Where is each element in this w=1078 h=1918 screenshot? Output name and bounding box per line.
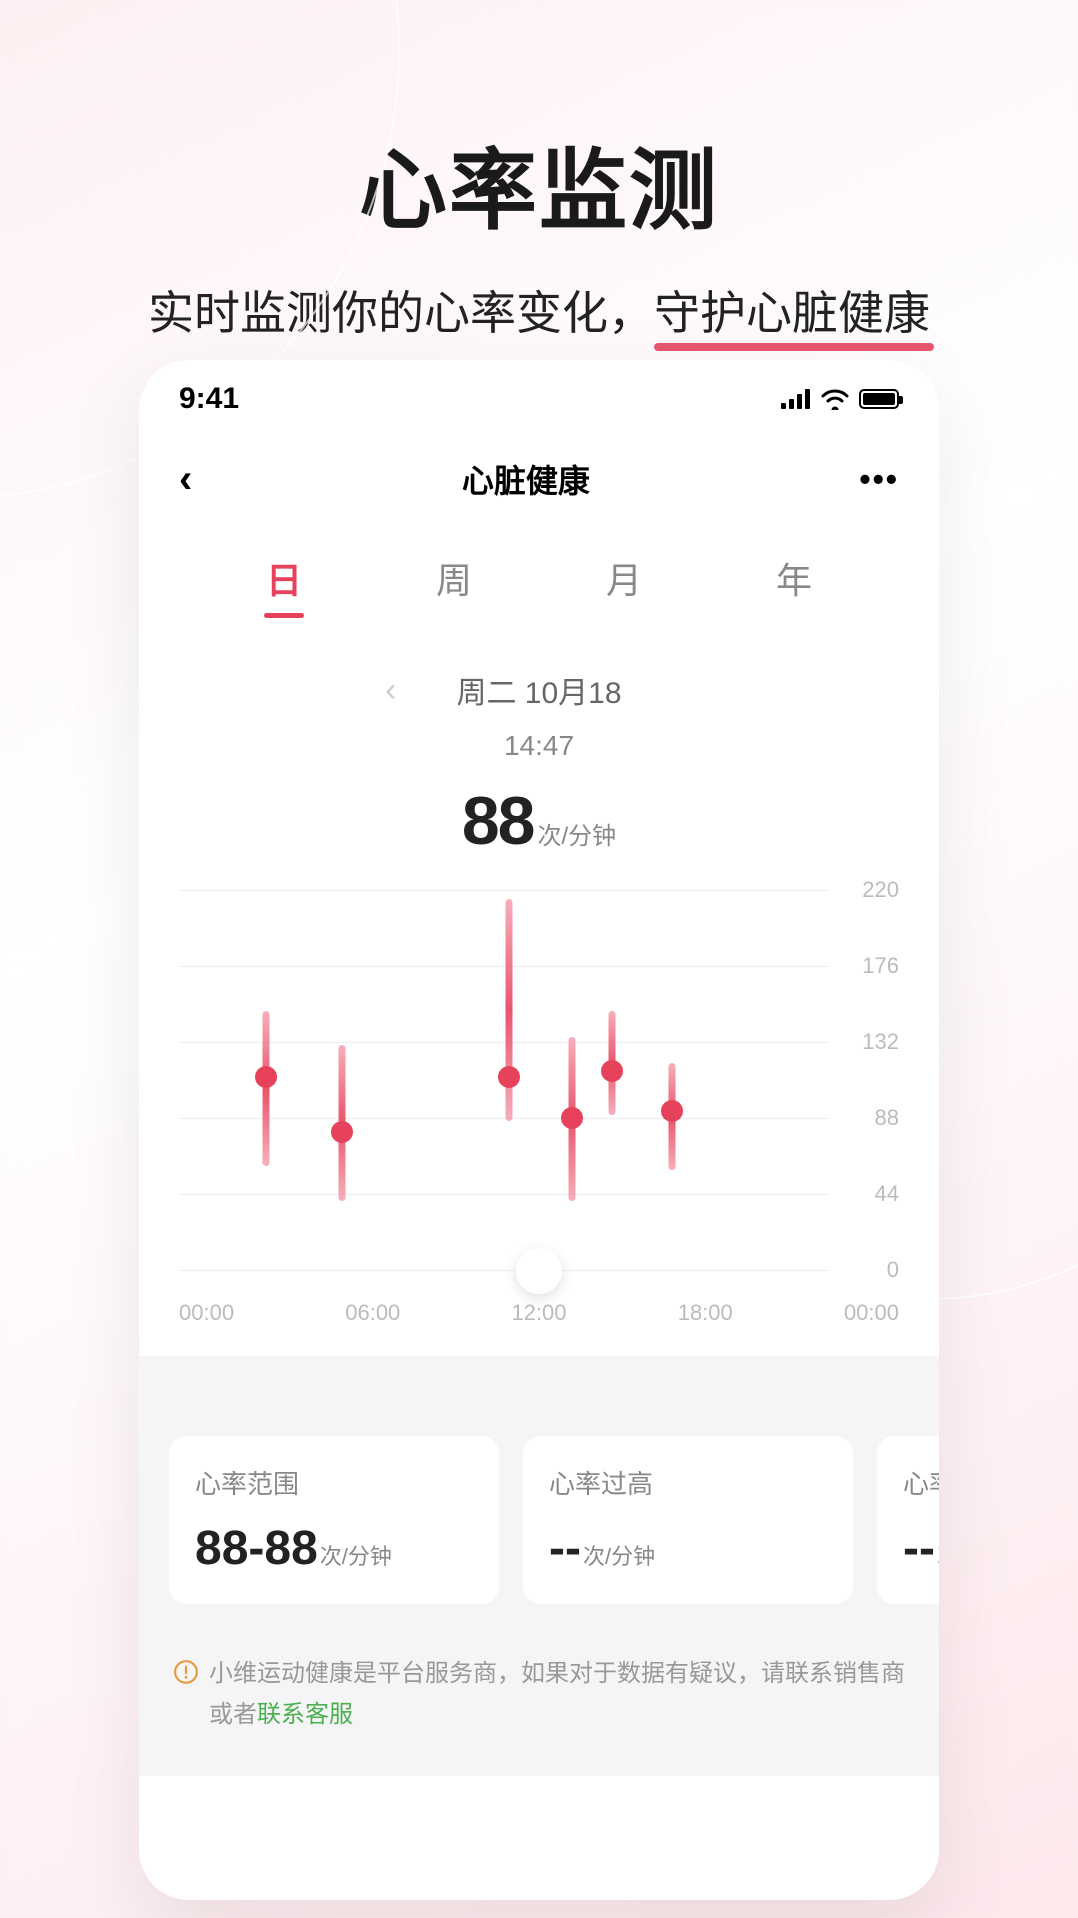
data-point [601, 1060, 623, 1082]
card-value: -- [549, 1522, 581, 1575]
status-time: 9:41 [179, 382, 239, 416]
data-point [498, 1066, 520, 1088]
grid-line [179, 1194, 829, 1195]
status-bar: 9:41 [139, 360, 939, 426]
back-button[interactable]: ‹ [179, 459, 192, 499]
contact-support-link[interactable]: 联系客服 [257, 1701, 353, 1728]
tab-year[interactable]: 年 [776, 552, 812, 618]
battery-icon [859, 389, 899, 409]
y-tick: 44 [875, 1181, 899, 1207]
summary-cards[interactable]: 心率范围 88-88次/分钟 心率过高 --次/分钟 心率过低 --次/分钟 [139, 1356, 939, 1634]
heart-rate-chart[interactable]: 04488132176220 [179, 890, 899, 1270]
card-high[interactable]: 心率过高 --次/分钟 [523, 1436, 853, 1604]
y-tick: 0 [887, 1257, 899, 1283]
wifi-icon [821, 388, 849, 410]
x-tick: 06:00 [345, 1300, 400, 1326]
card-low[interactable]: 心率过低 --次/分钟 [877, 1436, 939, 1604]
range-bar [262, 1011, 269, 1166]
hero-subtitle-highlight: 守护心脏健康 [654, 277, 930, 343]
disclaimer-text: 小维运动健康是平台服务商，如果对于数据有疑议，请联系销售商或者联系客服 [209, 1654, 905, 1736]
x-tick: 18:00 [678, 1300, 733, 1326]
phone-mockup: 9:41 ‹ 心脏健康 ••• 日 周 月 年 ‹ 周二 10月18 › 14:… [139, 360, 939, 1900]
tab-month[interactable]: 月 [606, 552, 642, 618]
grid-line [179, 1042, 829, 1043]
grid-line [179, 890, 829, 891]
grid-line [179, 1118, 829, 1119]
cellular-icon [781, 389, 811, 409]
card-value: -- [903, 1522, 935, 1575]
data-point [255, 1066, 277, 1088]
status-icons [781, 388, 899, 410]
period-tabs: 日 周 月 年 [139, 522, 939, 628]
time-label: 14:47 [139, 730, 939, 762]
x-tick: 00:00 [179, 1300, 234, 1326]
range-bar [506, 899, 513, 1122]
card-label: 心率过高 [549, 1464, 827, 1501]
page-title: 心脏健康 [462, 456, 590, 502]
tab-week[interactable]: 周 [436, 552, 472, 618]
card-range[interactable]: 心率范围 88-88次/分钟 [169, 1436, 499, 1604]
y-tick: 176 [862, 953, 899, 979]
data-point [561, 1107, 583, 1129]
current-value-unit: 次/分钟 [537, 823, 616, 850]
current-value-number: 88 [462, 783, 534, 859]
data-point [331, 1121, 353, 1143]
more-button[interactable]: ••• [859, 461, 899, 498]
date-label: 周二 10月18 [456, 668, 621, 712]
y-tick: 220 [862, 877, 899, 903]
date-navigator: ‹ 周二 10月18 › [139, 668, 939, 712]
tab-day[interactable]: 日 [266, 552, 302, 618]
nav-bar: ‹ 心脏健康 ••• [139, 426, 939, 522]
card-label: 心率范围 [195, 1464, 473, 1501]
card-value: 88-88 [195, 1522, 318, 1575]
y-tick: 132 [862, 1029, 899, 1055]
y-tick: 88 [875, 1105, 899, 1131]
card-unit: 次/分钟 [937, 1544, 939, 1569]
card-label: 心率过低 [903, 1464, 939, 1501]
x-tick: 00:00 [844, 1300, 899, 1326]
disclaimer-notice: 小维运动健康是平台服务商，如果对于数据有疑议，请联系销售商或者联系客服 [139, 1634, 939, 1776]
x-tick: 12:00 [511, 1300, 566, 1326]
grid-line [179, 1270, 829, 1271]
card-unit: 次/分钟 [583, 1544, 655, 1569]
warning-icon [173, 1658, 199, 1699]
current-value: 88次/分钟 [139, 782, 939, 860]
prev-date-button[interactable]: ‹ [385, 671, 396, 710]
card-unit: 次/分钟 [320, 1544, 392, 1569]
grid-line [179, 966, 829, 967]
data-point [661, 1100, 683, 1122]
chart-scrubber-handle[interactable] [516, 1248, 562, 1294]
